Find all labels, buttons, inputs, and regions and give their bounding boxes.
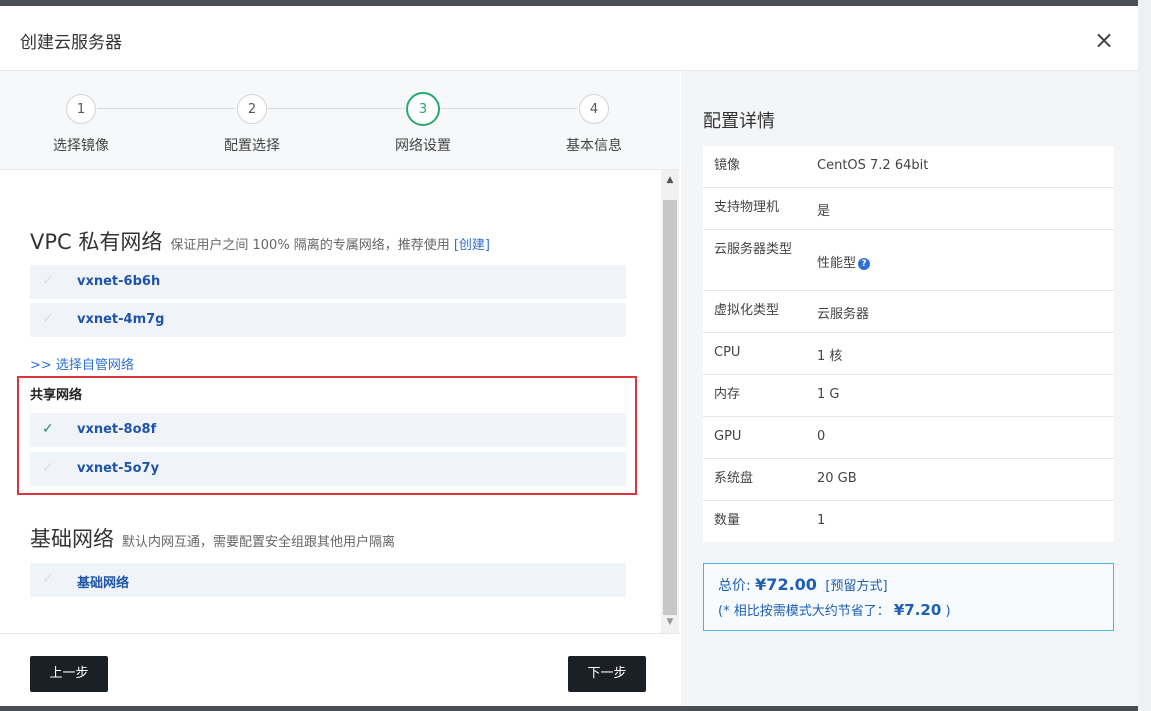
- savings-line: (* 相比按需模式大约节省了： ¥7.20 ): [718, 600, 951, 619]
- scrollbar[interactable]: ▲ ▼: [661, 170, 679, 633]
- detail-row: 内存 1 G: [703, 375, 1114, 417]
- config-details-pane: 配置详情 镜像 CentOS 7.2 64bit 支持物理机 是 云服务器类型 …: [681, 71, 1138, 706]
- network-name: vxnet-5o7y: [77, 461, 160, 476]
- pricing-method-link[interactable]: [预留方式]: [825, 579, 887, 594]
- total-price-label: 总价:: [718, 578, 751, 594]
- detail-value: 1: [817, 513, 826, 528]
- step-label: 基本信息: [566, 138, 622, 154]
- select-managed-network-link[interactable]: >> 选择自管网络: [30, 354, 134, 373]
- vpc-description: 保证用户之间 100% 隔离的专属网络，推荐使用: [170, 238, 450, 253]
- detail-row: 虚拟化类型 云服务器: [703, 291, 1114, 333]
- detail-key: GPU: [714, 429, 742, 444]
- detail-row: GPU 0: [703, 417, 1114, 459]
- question-circle-icon[interactable]: ?: [858, 257, 871, 270]
- step-label: 选择镜像: [53, 138, 109, 154]
- savings-suffix: ): [945, 604, 951, 619]
- detail-row: 系统盘 20 GB: [703, 459, 1114, 501]
- network-name: vxnet-8o8f: [77, 422, 157, 437]
- vpc-title: VPC 私有网络: [30, 230, 163, 254]
- detail-value: 1 G: [817, 387, 840, 402]
- wizard-footer: 上一步 下一步: [0, 633, 680, 706]
- step-3[interactable]: 3 网络设置: [363, 92, 483, 155]
- detail-key: 虚拟化类型: [714, 303, 780, 318]
- network-item-vxnet-4m7g[interactable]: ✓ vxnet-4m7g: [30, 303, 626, 337]
- basic-title: 基础网络: [30, 527, 114, 551]
- network-name: 基础网络: [77, 576, 130, 591]
- detail-value: CentOS 7.2 64bit: [817, 158, 929, 173]
- check-icon: ✓: [42, 571, 54, 587]
- wizard-pane: 1 选择镜像 2 配置选择 3 网络设置 4 基本信息 VPC 私有网络 保证用户…: [0, 71, 680, 706]
- total-price-line: 总价: ¥72.00 [预留方式]: [718, 575, 888, 595]
- detail-row: CPU 1 核: [703, 333, 1114, 375]
- check-icon: ✓: [42, 421, 54, 437]
- modal-header: 创建云服务器 ×: [0, 6, 1138, 71]
- basic-section-title: 基础网络 默认内网互通，需要配置安全组跟其他用户隔离: [30, 523, 395, 553]
- scroll-up-arrow-icon[interactable]: ▲: [661, 174, 679, 186]
- step-number: 2: [237, 94, 267, 124]
- scroll-thumb[interactable]: [663, 200, 677, 615]
- details-table: 镜像 CentOS 7.2 64bit 支持物理机 是 云服务器类型 性能型? …: [703, 146, 1114, 542]
- detail-key: 云服务器类型: [714, 242, 793, 257]
- scroll-down-arrow-icon[interactable]: ▼: [661, 616, 679, 628]
- detail-row: 支持物理机 是: [703, 188, 1114, 230]
- next-step-button[interactable]: 下一步: [568, 656, 646, 692]
- detail-value: 1 核: [817, 349, 843, 364]
- step-1[interactable]: 1 选择镜像: [21, 94, 141, 155]
- check-icon: ✓: [42, 311, 54, 327]
- step-number: 4: [579, 94, 609, 124]
- network-item-vxnet-8o8f[interactable]: ✓ vxnet-8o8f: [30, 413, 626, 447]
- step-label: 配置选择: [224, 138, 280, 154]
- step-number: 1: [66, 94, 96, 124]
- wizard-steps: 1 选择镜像 2 配置选择 3 网络设置 4 基本信息: [0, 71, 680, 170]
- detail-value: 云服务器: [817, 307, 870, 322]
- detail-value: 是: [817, 204, 831, 219]
- network-item-vxnet-5o7y[interactable]: ✓ vxnet-5o7y: [30, 452, 626, 486]
- detail-value: 0: [817, 429, 826, 444]
- total-price-box: 总价: ¥72.00 [预留方式] (* 相比按需模式大约节省了： ¥7.20 …: [703, 563, 1114, 631]
- close-icon[interactable]: ×: [1092, 28, 1116, 52]
- check-icon: ✓: [42, 273, 54, 289]
- step-number: 3: [406, 92, 440, 126]
- detail-value: 20 GB: [817, 471, 857, 486]
- detail-value: 性能型?: [817, 252, 871, 271]
- vpc-section-title: VPC 私有网络 保证用户之间 100% 隔离的专属网络，推荐使用 [创建]: [30, 226, 490, 256]
- detail-row: 数量 1: [703, 501, 1114, 542]
- step-2[interactable]: 2 配置选择: [192, 94, 312, 155]
- create-vpc-link[interactable]: [创建]: [454, 238, 490, 253]
- savings-amount: ¥7.20: [893, 601, 942, 619]
- detail-key: 支持物理机: [714, 200, 780, 215]
- network-scroll-area[interactable]: VPC 私有网络 保证用户之间 100% 隔离的专属网络，推荐使用 [创建] ✓ v…: [0, 170, 680, 633]
- detail-key: 系统盘: [714, 471, 754, 486]
- network-name: vxnet-6b6h: [77, 274, 161, 289]
- create-server-modal: 创建云服务器 × 1 选择镜像 2 配置选择 3 网络设置 4 基本信息 VPC…: [0, 6, 1138, 706]
- shared-network-title: 共享网络: [30, 388, 83, 403]
- detail-row: 镜像 CentOS 7.2 64bit: [703, 146, 1114, 188]
- network-item-basic[interactable]: ✓ 基础网络: [30, 563, 626, 597]
- details-title: 配置详情: [703, 111, 775, 132]
- detail-key: 内存: [714, 387, 741, 402]
- basic-description: 默认内网互通，需要配置安全组跟其他用户隔离: [122, 535, 396, 550]
- total-price-amount: ¥72.00: [755, 575, 817, 594]
- backdrop: [1138, 0, 1151, 711]
- detail-row: 云服务器类型 性能型?: [703, 230, 1114, 291]
- step-label: 网络设置: [395, 138, 451, 154]
- detail-key: 数量: [714, 513, 741, 528]
- detail-key: CPU: [714, 345, 741, 360]
- step-4[interactable]: 4 基本信息: [534, 94, 654, 155]
- server-type-value: 性能型: [817, 256, 857, 271]
- check-icon: ✓: [42, 460, 54, 476]
- savings-prefix: (* 相比按需模式大约节省了：: [718, 604, 890, 619]
- network-name: vxnet-4m7g: [77, 312, 165, 327]
- prev-step-button[interactable]: 上一步: [30, 656, 108, 692]
- network-item-vxnet-6b6h[interactable]: ✓ vxnet-6b6h: [30, 265, 626, 299]
- detail-key: 镜像: [714, 158, 741, 173]
- modal-title: 创建云服务器: [20, 33, 122, 53]
